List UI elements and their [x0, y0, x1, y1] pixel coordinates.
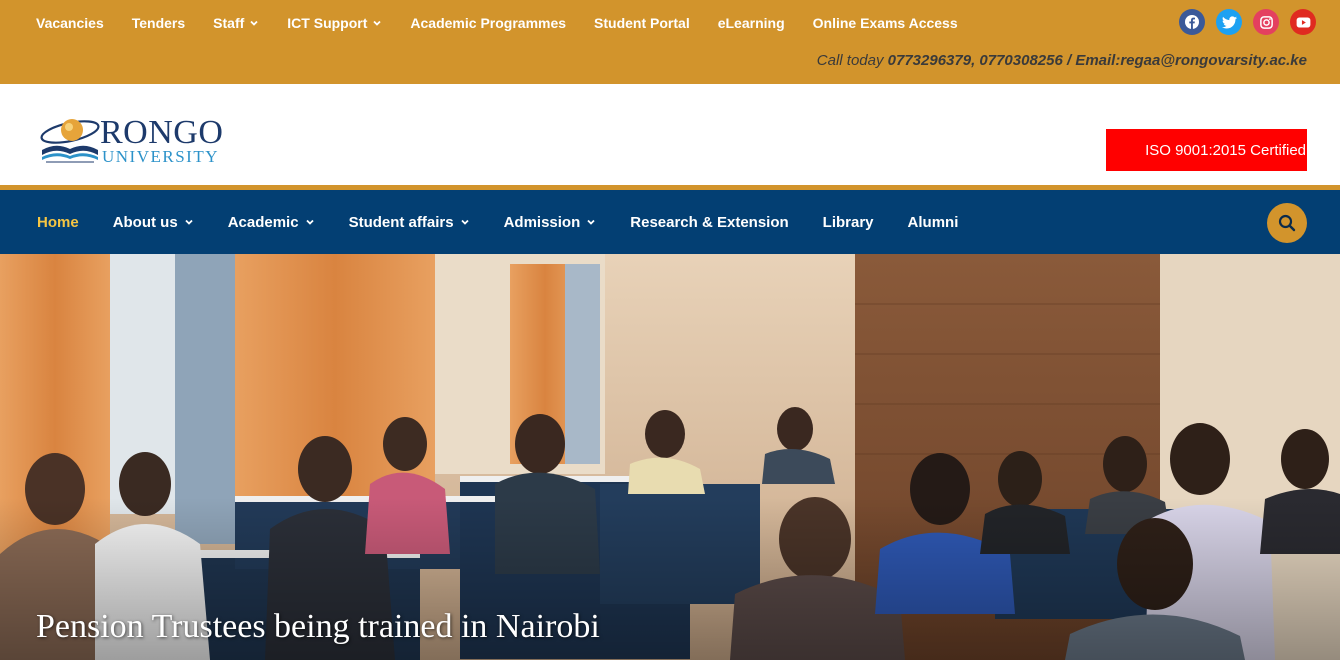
nav-item-label: Library	[822, 213, 874, 231]
top-link-label: ICT Support	[287, 15, 368, 31]
chevron-down-icon	[250, 20, 258, 26]
hero-photo	[0, 254, 1340, 660]
iso-badge-label: ISO 9001:2015 Certified	[1145, 141, 1306, 159]
instagram-icon[interactable]	[1253, 9, 1279, 35]
hero-title[interactable]: Pension Trustees being trained in Nairob…	[36, 608, 600, 646]
main-nav-bar: Home About us Academic Student affairs A…	[0, 185, 1340, 254]
nav-item-alumni[interactable]: Alumni	[891, 214, 976, 231]
nav-item-label: Alumni	[907, 213, 959, 231]
nav-item-label: Research & Extension	[630, 213, 789, 231]
logo-emblem-icon	[40, 119, 100, 163]
main-nav: Home About us Academic Student affairs A…	[20, 190, 975, 254]
logo-subtitle: UNIVERSITY	[102, 147, 219, 166]
youtube-icon[interactable]	[1290, 9, 1316, 35]
top-link-elearning[interactable]: eLearning	[704, 15, 799, 31]
nav-item-home[interactable]: Home	[20, 214, 96, 231]
top-link-tenders[interactable]: Tenders	[118, 15, 199, 31]
chevron-down-icon	[305, 219, 314, 225]
nav-item-label: Admission	[503, 213, 581, 231]
university-logo[interactable]: RONGO UNIVERSITY	[38, 112, 238, 168]
top-link-online-exams[interactable]: Online Exams Access	[799, 15, 972, 31]
contact-details: 0773296379, 0770308256 / Email:regaa@ron…	[887, 52, 1307, 69]
contact-info: Call today 0773296379, 0770308256 / Emai…	[817, 52, 1307, 69]
top-link-vacancies[interactable]: Vacancies	[22, 15, 118, 31]
twitter-icon[interactable]	[1216, 9, 1242, 35]
nav-item-admission[interactable]: Admission	[487, 214, 614, 231]
chevron-down-icon	[460, 219, 469, 225]
nav-item-research-extension[interactable]: Research & Extension	[613, 214, 805, 231]
top-link-label: Staff	[213, 15, 245, 31]
top-bar: Vacancies Tenders Staff ICT Support Acad…	[0, 0, 1340, 84]
social-links	[1179, 9, 1316, 35]
iso-certification-badge[interactable]: ISO 9001:2015 Certified	[1106, 129, 1307, 171]
top-nav: Vacancies Tenders Staff ICT Support Acad…	[22, 0, 972, 46]
nav-item-student-affairs[interactable]: Student affairs	[332, 214, 487, 231]
chevron-down-icon	[185, 219, 193, 225]
top-link-label: Online Exams Access	[812, 15, 958, 31]
hero-banner: Pension Trustees being trained in Nairob…	[0, 254, 1340, 660]
chevron-down-icon	[373, 20, 382, 26]
chevron-down-icon	[587, 219, 595, 225]
top-link-ict-support[interactable]: ICT Support	[273, 15, 396, 31]
header-band: RONGO UNIVERSITY ISO 9001:2015 Certified	[0, 84, 1340, 186]
nav-item-label: Home	[37, 213, 79, 231]
search-button[interactable]	[1267, 203, 1307, 243]
top-link-label: Vacancies	[36, 15, 104, 31]
top-link-student-portal[interactable]: Student Portal	[580, 15, 704, 31]
nav-item-label: Academic	[227, 213, 299, 231]
top-link-label: Tenders	[131, 15, 186, 31]
top-link-label: eLearning	[717, 15, 785, 31]
nav-item-label: Student affairs	[348, 213, 454, 231]
nav-item-academic[interactable]: Academic	[211, 214, 332, 231]
search-icon	[1278, 214, 1296, 232]
nav-item-about-us[interactable]: About us	[96, 214, 211, 231]
nav-item-label: About us	[112, 213, 178, 231]
top-link-staff[interactable]: Staff	[199, 15, 273, 31]
contact-prefix: Call today	[816, 52, 888, 69]
top-link-label: Academic Programmes	[410, 15, 567, 31]
top-link-label: Student Portal	[594, 15, 690, 31]
nav-item-library[interactable]: Library	[806, 214, 891, 231]
facebook-icon[interactable]	[1179, 9, 1205, 35]
top-link-academic-programmes[interactable]: Academic Programmes	[396, 15, 580, 31]
